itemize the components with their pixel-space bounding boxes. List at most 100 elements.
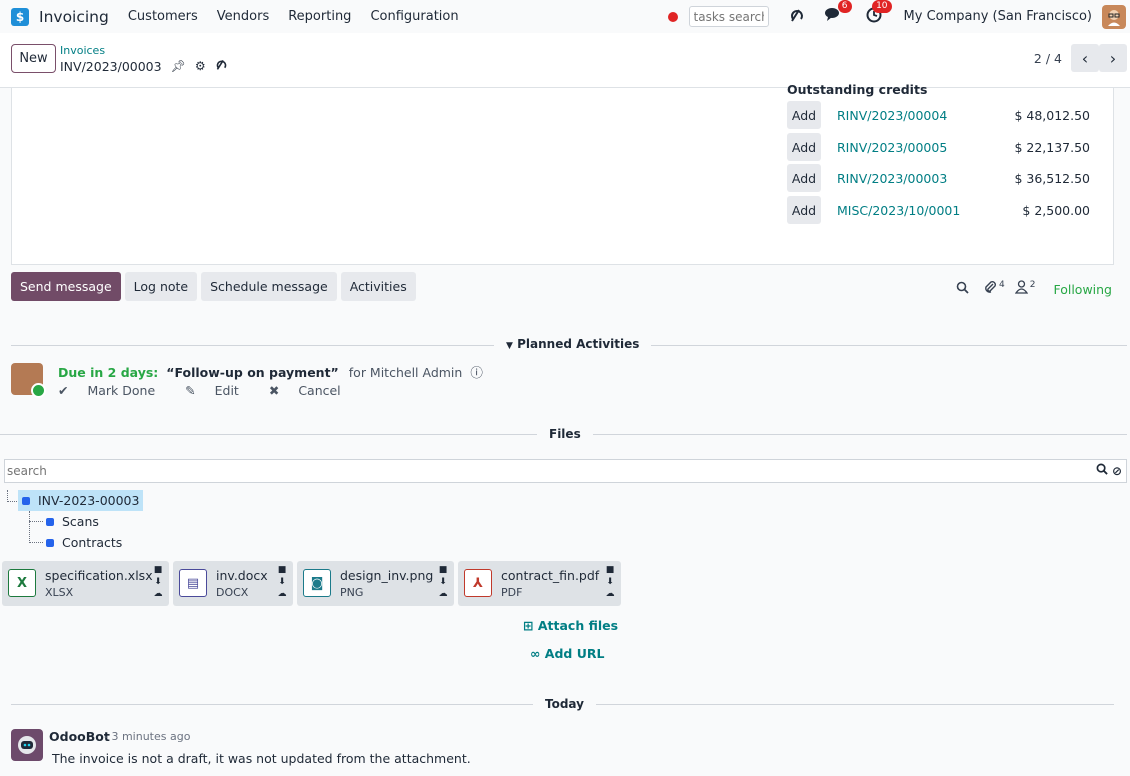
search-icon[interactable]	[1096, 463, 1112, 478]
trash-icon[interactable]: ■	[605, 564, 615, 576]
invoicing-app-icon[interactable]: $	[11, 7, 29, 26]
cancel-activity-button[interactable]: ✖ Cancel	[269, 383, 356, 398]
message-author[interactable]: OdooBot	[49, 729, 110, 744]
menu-reporting[interactable]: Reporting	[288, 9, 351, 24]
add-url-button[interactable]: ∞ Add URL	[530, 646, 604, 661]
pager-previous-button[interactable]: ‹	[1071, 44, 1099, 72]
paperclip-icon	[983, 280, 997, 298]
attachment-card[interactable]: ⅄ contract_fin.pdf PDF ■ ⬇ ☁	[458, 561, 621, 606]
following-toggle[interactable]: Following	[1053, 282, 1112, 297]
check-icon: ✔	[58, 383, 69, 398]
attachments-button[interactable]: 4	[983, 280, 1005, 298]
attachment-card[interactable]: ◙ design_inv.png PNG ■ ⬇ ☁	[297, 561, 454, 606]
trash-icon[interactable]: ■	[277, 564, 287, 576]
chatter-topbar-right: 4 2 Following	[956, 280, 1112, 298]
credit-add-button[interactable]: Add	[787, 164, 821, 192]
folder-node-scans[interactable]: Scans	[46, 514, 99, 529]
clear-search-icon[interactable]: ⊘	[1112, 464, 1122, 478]
attachment-extension: PNG	[340, 586, 364, 599]
log-note-button[interactable]: Log note	[124, 272, 198, 301]
credit-reference-link[interactable]: RINV/2023/00004	[837, 108, 947, 123]
excel-file-icon: X	[8, 569, 36, 597]
followers-button[interactable]: 2	[1014, 280, 1036, 298]
cloud-icon[interactable]: ☁	[605, 588, 615, 600]
menu-customers[interactable]: Customers	[128, 9, 198, 24]
folder-icon	[22, 496, 30, 505]
app-name[interactable]: Invoicing	[39, 8, 109, 26]
breadcrumb-current: INV/2023/00003	[60, 58, 162, 74]
tasks-search-input[interactable]	[688, 6, 769, 27]
download-icon[interactable]: ⬇	[277, 576, 287, 588]
messages-icon[interactable]: 6	[824, 0, 852, 26]
credit-reference-link[interactable]: RINV/2023/00005	[837, 140, 947, 155]
credit-reference-link[interactable]: RINV/2023/00003	[837, 171, 947, 186]
top-navbar: $ Invoicing Customers Vendors Reporting …	[0, 0, 1130, 33]
breadcrumb-invoices-link[interactable]: Invoices	[60, 44, 105, 57]
folder-label: Contracts	[62, 535, 123, 550]
attachment-actions: ■ ⬇ ☁	[153, 564, 163, 600]
folder-node-contracts[interactable]: Contracts	[46, 535, 122, 550]
pdf-file-icon: ⅄	[464, 569, 492, 597]
mark-done-label: Mark Done	[87, 383, 156, 398]
credit-row: Add RINV/2023/00003 $ 36,512.50	[787, 164, 1097, 192]
credit-reference-link[interactable]: MISC/2023/10/0001	[837, 203, 960, 218]
download-icon[interactable]: ⬇	[153, 576, 163, 588]
caret-down-icon: ▼	[506, 341, 513, 351]
planned-activities-title: Planned Activities	[517, 337, 640, 351]
followers-count: 2	[1029, 280, 1036, 290]
odoobot-avatar[interactable]	[11, 729, 43, 761]
attachments-count: 4	[998, 280, 1005, 290]
attachment-name: contract_fin.pdf	[501, 568, 600, 583]
attachment-name: inv.docx	[216, 568, 268, 583]
menu-vendors[interactable]: Vendors	[217, 9, 269, 24]
attachment-extension: PDF	[501, 586, 523, 599]
menu-configuration[interactable]: Configuration	[370, 9, 458, 24]
cloud-icon[interactable]: ☁	[438, 588, 448, 600]
trash-icon[interactable]: ■	[153, 564, 163, 576]
download-icon[interactable]: ⬇	[438, 576, 448, 588]
new-button[interactable]: New	[11, 44, 56, 73]
attachment-card[interactable]: X specification.xlsx XLSX ■ ⬇ ☁	[2, 561, 169, 606]
cloud-icon[interactable]: ☁	[153, 588, 163, 600]
credit-add-button[interactable]: Add	[787, 196, 821, 224]
edit-label: Edit	[214, 383, 239, 398]
files-search-input[interactable]	[4, 459, 1127, 483]
refresh-icon[interactable]	[789, 7, 805, 27]
activities-button[interactable]: Activities	[340, 272, 416, 301]
download-icon[interactable]: ⬇	[605, 576, 615, 588]
info-icon[interactable]: ⓘ	[470, 365, 483, 380]
pin-icon[interactable]: 📌︎	[171, 59, 186, 73]
company-switcher[interactable]: My Company (San Francisco)	[904, 9, 1092, 24]
send-message-button[interactable]: Send message	[11, 272, 121, 301]
gear-icon[interactable]: ⚙	[195, 59, 206, 73]
close-icon: ✖	[268, 383, 280, 398]
attachment-name: specification.xlsx	[45, 568, 153, 583]
recording-dot-icon[interactable]	[667, 11, 678, 22]
refresh-icon[interactable]	[215, 58, 228, 74]
outstanding-credits-title: Outstanding credits	[787, 82, 928, 97]
activity-summary-line: Due in 2 days: “Follow-up on payment” fo…	[58, 362, 483, 381]
folder-node-root[interactable]: INV-2023-00003	[18, 490, 144, 511]
credit-add-button[interactable]: Add	[787, 133, 821, 161]
search-messages-icon[interactable]	[956, 281, 969, 298]
message-date: - 3 minutes ago	[104, 730, 191, 743]
trash-icon[interactable]: ■	[438, 564, 448, 576]
message-body: The invoice is not a draft, it was not u…	[52, 751, 471, 766]
activities-clock-icon[interactable]: 10	[866, 0, 892, 27]
cloud-icon[interactable]: ☁	[277, 588, 287, 600]
attach-files-label: Attach files	[537, 618, 619, 633]
schedule-message-button[interactable]: Schedule message	[201, 272, 337, 301]
attachment-actions: ■ ⬇ ☁	[438, 564, 448, 600]
credit-add-button[interactable]: Add	[787, 101, 821, 129]
planned-activities-toggle[interactable]: ▼ Planned Activities	[494, 337, 652, 351]
attach-files-button[interactable]: ⊞ Attach files	[523, 618, 618, 633]
attachment-card[interactable]: ▤ inv.docx DOCX ■ ⬇ ☁	[173, 561, 293, 606]
pager-value[interactable]: 2 / 4	[1034, 51, 1062, 66]
edit-activity-button[interactable]: ✎ Edit	[185, 383, 254, 398]
activities-badge: 10	[872, 0, 892, 13]
mark-done-button[interactable]: ✔ Mark Done	[58, 383, 170, 398]
user-avatar[interactable]	[1102, 4, 1126, 29]
folder-label: INV-2023-00003	[38, 493, 140, 508]
tree-connector	[29, 511, 30, 543]
pager-next-button[interactable]: ›	[1099, 44, 1127, 72]
